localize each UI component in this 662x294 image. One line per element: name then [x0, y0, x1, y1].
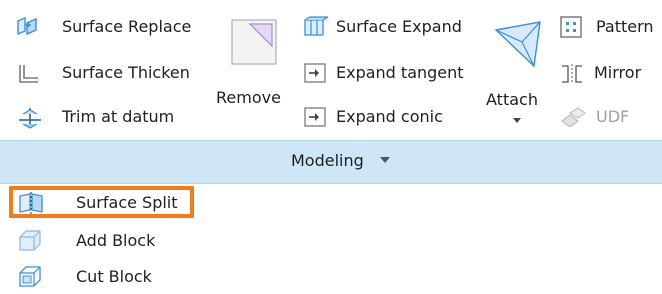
- trim-at-datum-label: Trim at datum: [62, 107, 175, 126]
- pattern-label: Pattern: [596, 17, 654, 36]
- udf-icon: [560, 107, 586, 127]
- expand-tangent-label: Expand tangent: [336, 63, 464, 82]
- surface-thicken-button[interactable]: Surface Thicken: [12, 58, 212, 88]
- remove-button[interactable]: Remove: [216, 8, 292, 128]
- attach-label: Attach: [486, 90, 538, 109]
- surface-expand-label: Surface Expand: [336, 17, 462, 36]
- trim-at-datum-icon: [17, 106, 43, 130]
- mirror-label: Mirror: [594, 63, 642, 82]
- modeling-ribbon: Surface Replace Surface Thicken Trim at …: [0, 0, 662, 140]
- menu-item-cut-block[interactable]: Cut Block: [0, 260, 200, 294]
- surface-replace-label: Surface Replace: [62, 17, 192, 36]
- pattern-icon: [560, 16, 582, 38]
- modeling-dropdown-icon[interactable]: [380, 157, 390, 163]
- mirror-icon: [560, 63, 584, 85]
- udf-label: UDF: [596, 107, 630, 126]
- cut-block-icon: [18, 265, 42, 287]
- remove-label: Remove: [216, 88, 281, 107]
- menu-item-add-block[interactable]: Add Block: [0, 224, 200, 258]
- add-block-icon: [18, 229, 42, 251]
- attach-button[interactable]: Attach: [484, 8, 554, 128]
- expand-conic-icon: [304, 107, 326, 127]
- pattern-button[interactable]: Pattern: [556, 12, 660, 42]
- surface-replace-button[interactable]: Surface Replace: [12, 12, 212, 42]
- surface-thicken-label: Surface Thicken: [62, 63, 190, 82]
- expand-tangent-icon: [304, 63, 326, 83]
- surface-expand-button[interactable]: Surface Expand: [296, 12, 486, 42]
- surface-split-highlight: [9, 186, 194, 218]
- mirror-button[interactable]: Mirror: [556, 58, 660, 88]
- trim-at-datum-button[interactable]: Trim at datum: [12, 102, 212, 132]
- surface-expand-icon: [302, 16, 328, 38]
- attach-icon: [494, 20, 542, 70]
- add-block-label: Add Block: [76, 231, 156, 250]
- udf-button: UDF: [556, 102, 660, 132]
- expand-conic-button[interactable]: Expand conic: [296, 102, 486, 132]
- cut-block-label: Cut Block: [76, 267, 152, 286]
- surface-replace-icon: [16, 16, 40, 38]
- attach-dropdown-icon[interactable]: [513, 118, 521, 123]
- remove-icon: [230, 18, 278, 66]
- modeling-group-title: Modeling: [291, 151, 364, 170]
- expand-conic-label: Expand conic: [336, 107, 443, 126]
- expand-tangent-button[interactable]: Expand tangent: [296, 58, 486, 88]
- surface-thicken-icon: [17, 63, 41, 85]
